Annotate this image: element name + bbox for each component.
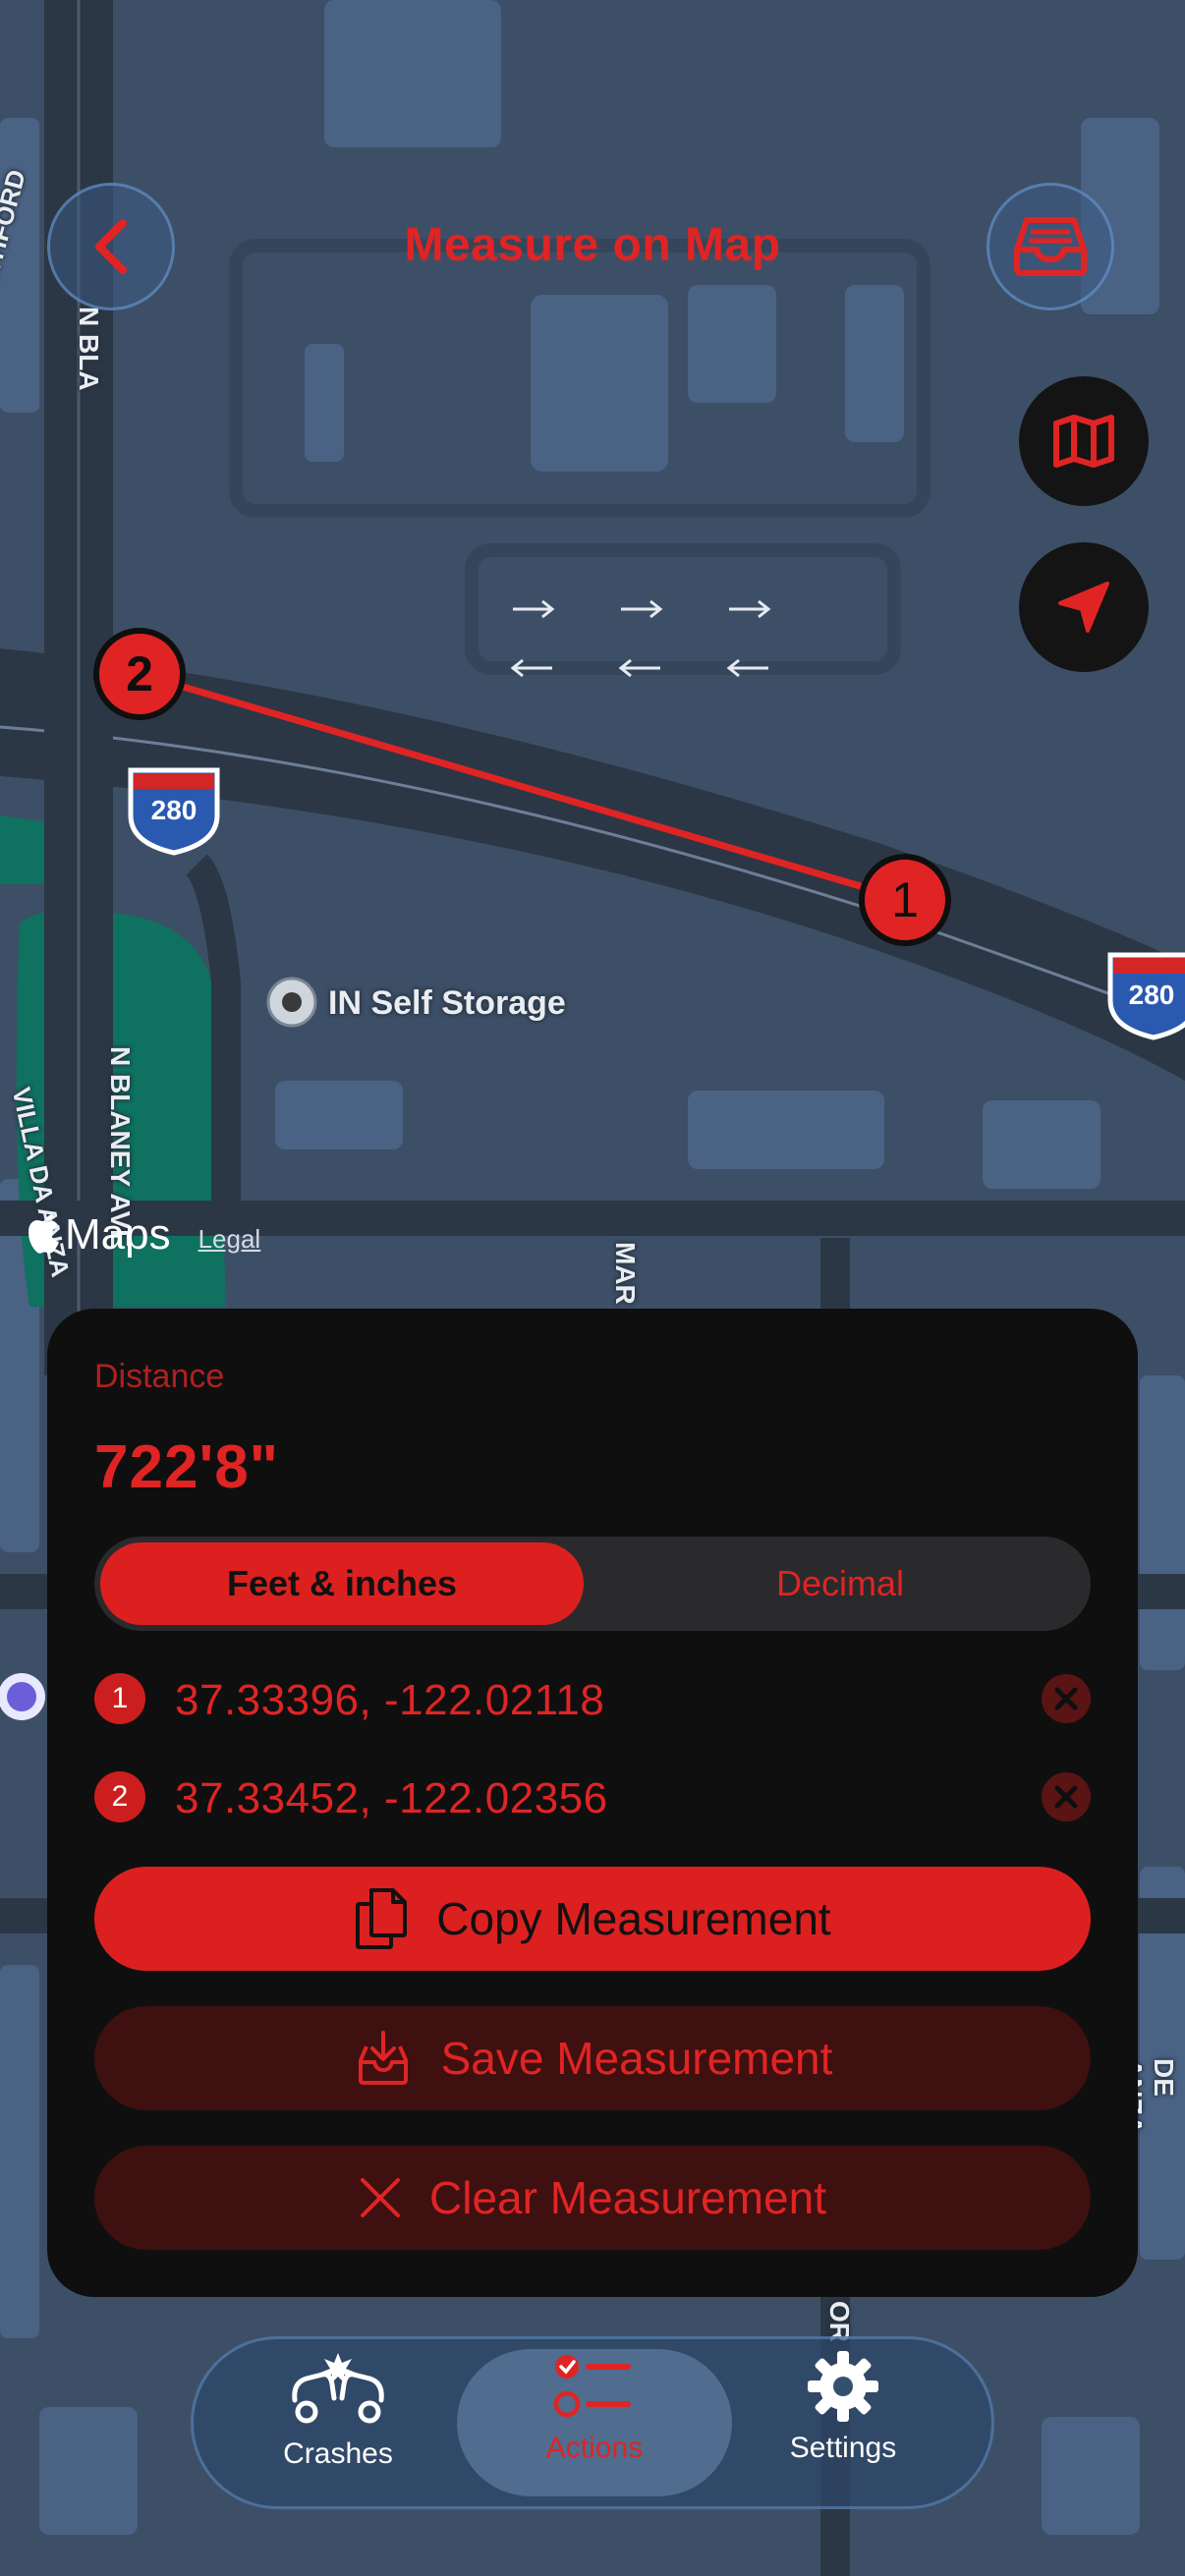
distance-label: Distance <box>94 1358 225 1395</box>
legal-link[interactable]: Legal <box>198 1224 261 1255</box>
tab-actions[interactable]: Actions <box>457 2349 732 2496</box>
marker-1[interactable]: 1 <box>859 854 951 946</box>
saved-measurements-button[interactable] <box>987 183 1114 310</box>
tab-settings-label: Settings <box>789 2432 897 2464</box>
interstate-shield-right: 280 <box>1107 952 1185 1040</box>
unit-segmented-control: Feet & inches Decimal <box>94 1537 1091 1631</box>
tab-bar: Crashes Actions Settings <box>191 2336 994 2509</box>
poi-label-self-storage[interactable]: IN Self Storage <box>328 984 566 1023</box>
point-row-1: 1 37.33396, -122.02118 <box>94 1664 1091 1733</box>
location-arrow-icon <box>1058 582 1109 633</box>
point-row-2: 2 37.33452, -122.02356 <box>94 1763 1091 1831</box>
unit-option-feet-inches[interactable]: Feet & inches <box>100 1542 584 1625</box>
locate-me-button[interactable] <box>1019 542 1149 672</box>
tab-settings[interactable]: Settings <box>718 2349 968 2496</box>
tray-download-icon <box>358 2031 408 2085</box>
map-icon <box>1053 415 1114 468</box>
checklist-icon <box>553 2355 631 2418</box>
map-label-mar: MAR <box>610 1242 641 1305</box>
remove-point-1-button[interactable] <box>1042 1674 1091 1723</box>
tab-actions-label: Actions <box>545 2432 644 2464</box>
save-measurement-label: Save Measurement <box>440 2033 833 2084</box>
copy-document-icon <box>356 1888 408 1949</box>
map-style-button[interactable] <box>1019 376 1149 506</box>
remove-point-2-button[interactable] <box>1042 1772 1091 1821</box>
distance-value: 722'8" <box>94 1433 280 1501</box>
tab-crashes-label: Crashes <box>283 2437 393 2470</box>
svg-text:1: 1 <box>891 872 919 927</box>
save-measurement-button[interactable]: Save Measurement <box>94 2006 1091 2110</box>
clear-measurement-label: Clear Measurement <box>429 2172 826 2223</box>
apple-logo-icon <box>28 1214 59 1254</box>
maps-attribution: Maps Legal <box>26 1210 260 1260</box>
close-icon <box>1054 1687 1078 1710</box>
copy-measurement-button[interactable]: Copy Measurement <box>94 1867 1091 1971</box>
clear-measurement-button[interactable]: Clear Measurement <box>94 2146 1091 2250</box>
svg-text:2: 2 <box>126 646 153 701</box>
crash-cars-icon <box>292 2353 384 2424</box>
map-label-n-bla: N BLA <box>74 307 104 391</box>
tray-icon <box>1014 217 1087 276</box>
close-icon <box>1054 1785 1078 1809</box>
point-coords-1: 37.33396, -122.02118 <box>175 1676 605 1724</box>
copy-measurement-label: Copy Measurement <box>436 1893 831 1944</box>
gear-icon <box>808 2351 878 2422</box>
svg-text:280: 280 <box>151 795 198 825</box>
marker-2[interactable]: 2 <box>93 628 186 720</box>
point-badge-2: 2 <box>94 1771 145 1822</box>
point-coords-2: 37.33452, -122.02356 <box>175 1774 608 1822</box>
x-icon <box>361 2178 401 2217</box>
svg-text:280: 280 <box>1129 980 1175 1010</box>
interstate-shield-left: 280 <box>128 767 220 856</box>
point-badge-1: 1 <box>94 1673 145 1724</box>
maps-wordmark: Maps <box>65 1210 171 1259</box>
tab-crashes[interactable]: Crashes <box>213 2349 463 2496</box>
unit-option-decimal[interactable]: Decimal <box>595 1542 1085 1625</box>
